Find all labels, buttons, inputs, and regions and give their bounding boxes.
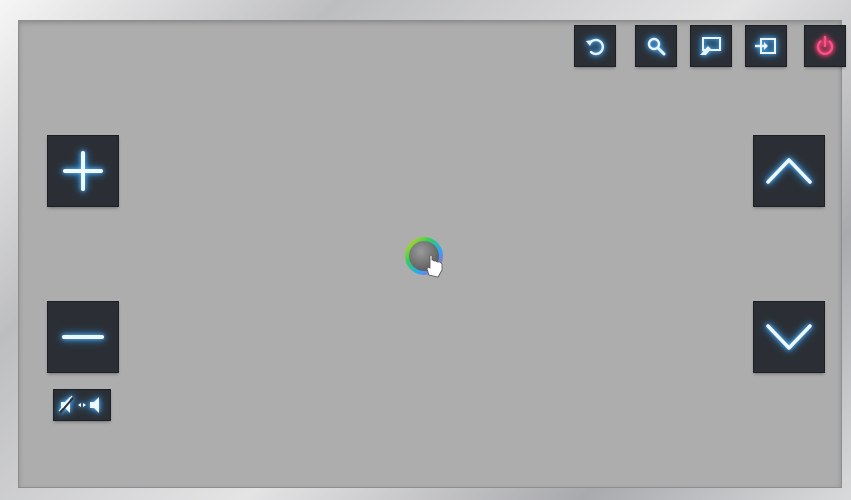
volume-down-button[interactable] bbox=[48, 302, 118, 372]
screen-share-button[interactable] bbox=[691, 26, 731, 66]
chevron-down-icon bbox=[766, 324, 812, 350]
source-button[interactable] bbox=[746, 26, 786, 66]
power-button[interactable] bbox=[805, 26, 845, 66]
screen-share-icon bbox=[700, 37, 721, 55]
return-icon bbox=[586, 38, 604, 56]
minus-icon bbox=[62, 335, 104, 339]
chevron-up-icon bbox=[766, 158, 812, 184]
channel-up-button[interactable] bbox=[754, 136, 824, 206]
mute-toggle-button[interactable] bbox=[54, 390, 110, 420]
search-icon bbox=[647, 37, 666, 56]
search-button[interactable] bbox=[636, 26, 676, 66]
source-input-icon bbox=[755, 38, 776, 54]
mute-toggle-icon bbox=[58, 395, 99, 414]
tv-screen bbox=[18, 20, 845, 488]
channel-down-button[interactable] bbox=[754, 302, 824, 372]
power-icon bbox=[816, 35, 834, 56]
hand-pointer-icon bbox=[405, 237, 443, 278]
volume-up-button[interactable] bbox=[48, 136, 118, 206]
plus-icon bbox=[63, 151, 103, 191]
pointer-cursor bbox=[402, 234, 454, 286]
return-button[interactable] bbox=[575, 26, 615, 66]
